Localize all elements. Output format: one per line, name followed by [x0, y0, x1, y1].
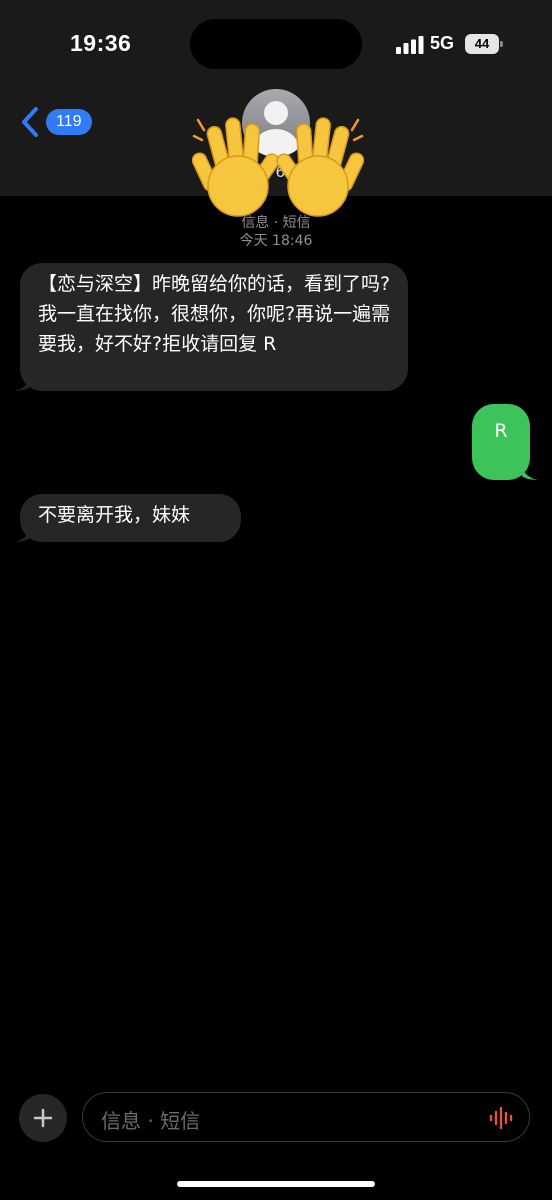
- chevron-left-icon: [22, 107, 38, 137]
- raised-hand-emoji-left: [192, 117, 280, 217]
- raised-hand-emoji-right: [276, 117, 364, 217]
- message-input-placeholder: 信息 · 短信: [101, 1109, 201, 1133]
- bubble-tail: [14, 375, 30, 391]
- message-input[interactable]: 信息 · 短信: [82, 1092, 530, 1142]
- dynamic-island: [190, 19, 362, 69]
- bubble-tail: [522, 464, 538, 480]
- battery-level: 44: [465, 34, 499, 54]
- incoming-message-bubble[interactable]: 不要离开我，妹妹: [20, 494, 241, 542]
- network-type: 5G: [430, 33, 455, 53]
- incoming-message-bubble[interactable]: 【恋与深空】昨晚留给你的话，看到了吗?我一直在找你，很想你，你呢?再说一遍需要我…: [20, 263, 408, 391]
- back-button[interactable]: 119: [20, 104, 92, 140]
- home-indicator[interactable]: [177, 1181, 375, 1187]
- bubble-tail: [14, 526, 30, 542]
- battery-tip: [500, 41, 503, 47]
- unread-count-badge: 119: [46, 109, 92, 135]
- message-timestamp: 今天 18:46: [239, 233, 313, 249]
- status-time: 19:36: [70, 30, 132, 56]
- add-attachment-button[interactable]: [19, 1094, 67, 1142]
- signal-icon: [396, 36, 424, 54]
- message-type-label: 信息 · 短信: [241, 215, 311, 231]
- audio-waveform-icon[interactable]: [489, 1106, 515, 1130]
- messages-screen: 19:36 5G 44 119 76 信息 · 短信 今天 18:46 【恋与深…: [0, 0, 552, 1200]
- battery-icon: 44: [465, 34, 503, 54]
- plus-icon: [33, 1108, 53, 1128]
